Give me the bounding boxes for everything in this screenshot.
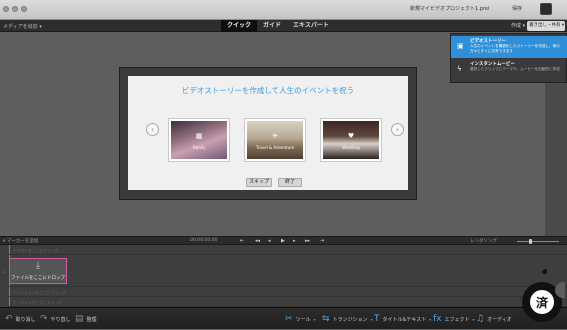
redo-button[interactable]: ↷ やり直し bbox=[40, 308, 71, 330]
seal-text: 済 bbox=[536, 295, 549, 310]
track-label: オーディオをここにドラッグ bbox=[13, 300, 63, 305]
add-marker-button[interactable]: ▾ マーカーを追加 bbox=[3, 238, 38, 244]
timecode-display: 00;00;00;00 bbox=[190, 238, 218, 243]
tools-label: ツール bbox=[295, 316, 311, 323]
video-track[interactable] bbox=[9, 255, 567, 287]
effects-label: エフェクト bbox=[444, 316, 470, 323]
zoom-slider[interactable] bbox=[517, 239, 559, 244]
titles-icon: T bbox=[374, 314, 380, 324]
video-story-dialog: ビデオストーリーを作成して人生のイベントを祝う ‹ › ▦ Family ✈ T… bbox=[128, 76, 408, 190]
text-track[interactable]: テキストをここにドラッグ bbox=[9, 245, 567, 255]
fx-icon: fx bbox=[433, 314, 442, 324]
track-number: 1 bbox=[3, 269, 6, 274]
share-icon[interactable] bbox=[540, 3, 552, 15]
music-note-icon: ♫ bbox=[476, 314, 485, 324]
create-dropdown-menu: ▣ ビデオストーリー 人生のイベントを構造化したストーリーを作成し、他の方々とす… bbox=[450, 33, 567, 83]
redo-label: やり直し bbox=[50, 316, 71, 323]
menu-item-instant-movie[interactable]: ϟ インスタントムービー 選択したクリップにテーマや、ムービーを自動的に作成 bbox=[451, 59, 567, 81]
skip-button[interactable]: スキップ bbox=[246, 178, 272, 187]
story-thumbnail-family[interactable]: ▦ Family bbox=[168, 118, 230, 162]
export-share-button[interactable]: 書き出し・共有 ▾ bbox=[527, 21, 565, 31]
undo-label: 取り消し bbox=[15, 316, 36, 323]
thumbnail-label: Family bbox=[192, 145, 206, 150]
dialog-heading: ビデオストーリーを作成して人生のイベントを祝う bbox=[181, 86, 355, 95]
film-icon: ▣ bbox=[457, 42, 464, 50]
mode-bar: メディアを追加 ▾ クイック ガイド エキスパート 作成 ▾ 書き出し・共有 ▾ bbox=[0, 20, 567, 32]
download-arrow-icon: ⤓ bbox=[36, 261, 40, 271]
track-label: テキストをここにドラッグ bbox=[13, 248, 59, 253]
mode-tabs: クイック ガイド エキスパート bbox=[221, 20, 335, 32]
undo-icon: ↶ bbox=[5, 314, 13, 324]
story-thumbnail-wedding[interactable]: ♥ Wedding bbox=[320, 118, 382, 162]
bottom-toolbar: ↶ 取り消し ↷ やり直し ▤ 整理 ✂ ツール ▾ ⇆ トランジション ▾ T… bbox=[0, 307, 567, 329]
minimize-window-button[interactable] bbox=[12, 6, 18, 12]
transitions-button[interactable]: ⇆ トランジション ▾ bbox=[322, 308, 373, 330]
chevron-down-icon: ▾ bbox=[472, 316, 475, 322]
save-button[interactable]: 保存 bbox=[512, 5, 522, 12]
create-button[interactable]: 作成 ▾ bbox=[511, 22, 525, 29]
titles-text-button[interactable]: T タイトル&テキスト ▾ bbox=[374, 308, 431, 330]
tab-quick[interactable]: クイック bbox=[221, 20, 258, 32]
close-window-button[interactable] bbox=[3, 6, 9, 12]
narration-track[interactable]: ナレーションをここにドラッグ bbox=[9, 287, 567, 297]
story-thumbnail-travel[interactable]: ✈ Travel & Adventure bbox=[244, 118, 306, 162]
zoom-window-button[interactable] bbox=[21, 6, 27, 12]
audio-track[interactable]: オーディオをここにドラッグ bbox=[9, 297, 567, 307]
drop-zone-label: ファイルをここにドロップ bbox=[11, 276, 65, 281]
track-label: ナレーションをここにドラッグ bbox=[13, 290, 67, 295]
menu-item-description: 人生のイベントを構造化したストーリーを作成し、他の方々とすぐに共有できます bbox=[470, 44, 560, 53]
effects-button[interactable]: fx エフェクト ▾ bbox=[433, 308, 475, 330]
organizer-icon: ▤ bbox=[75, 314, 84, 324]
wedding-thumbnail-image: ♥ Wedding bbox=[323, 121, 379, 159]
tools-icon: ✂ bbox=[285, 314, 293, 324]
heart-icon: ♥ bbox=[347, 132, 355, 140]
thumbnail-label: Travel & Adventure bbox=[255, 145, 295, 150]
organizer-button[interactable]: ▤ 整理 bbox=[75, 308, 97, 330]
organizer-label: 整理 bbox=[86, 316, 97, 323]
transitions-label: トランジション bbox=[332, 316, 368, 323]
redo-icon: ↷ bbox=[40, 314, 48, 324]
lightning-icon: ϟ bbox=[457, 65, 462, 73]
audio-button[interactable]: ♫ オーディオ bbox=[476, 308, 512, 330]
travel-thumbnail-image: ✈ Travel & Adventure bbox=[247, 121, 303, 159]
family-badge-icon: ▦ bbox=[195, 132, 203, 140]
family-thumbnail-image: ▦ Family bbox=[171, 121, 227, 159]
thumbnail-label: Wedding bbox=[342, 145, 360, 150]
previous-arrow-icon[interactable]: ‹ bbox=[146, 123, 159, 136]
menu-item-video-story[interactable]: ▣ ビデオストーリー 人生のイベントを構造化したストーリーを作成し、他の方々とす… bbox=[451, 36, 567, 58]
airplane-icon: ✈ bbox=[272, 132, 278, 140]
render-button[interactable]: レンダリング bbox=[470, 238, 497, 244]
chevron-down-icon: ▾ bbox=[313, 316, 316, 322]
transport-bar: ▾ マーカーを追加 00;00;00;00 ⇤ ◂◂ ◂ ▶ ▸ ▸▸ ⇥ レン… bbox=[0, 236, 567, 245]
tools-button[interactable]: ✂ ツール ▾ bbox=[285, 308, 316, 330]
done-button[interactable]: 終了 bbox=[278, 178, 302, 187]
add-media-button[interactable]: メディアを追加 ▾ bbox=[3, 23, 42, 30]
window-title: 新規マイビデオプロジェクト1.prel bbox=[410, 6, 490, 12]
title-bar: 新規マイビデオプロジェクト1.prel 保存 bbox=[0, 0, 567, 20]
chevron-down-icon: ▾ bbox=[429, 316, 432, 322]
transitions-icon: ⇆ bbox=[322, 314, 330, 324]
zoom-slider-handle[interactable] bbox=[528, 239, 532, 244]
chevron-down-icon: ▾ bbox=[370, 316, 373, 322]
titles-label: タイトル&テキスト bbox=[382, 316, 427, 323]
tab-guided[interactable]: ガイド bbox=[257, 20, 287, 32]
tab-expert[interactable]: エキスパート bbox=[287, 20, 335, 32]
apple-leaf bbox=[542, 269, 548, 275]
timeline-panel: テキストをここにドラッグ 1 ナレーションをここにドラッグ オーディオをここにド… bbox=[0, 245, 567, 307]
watermark-logo: 済 bbox=[522, 269, 565, 322]
menu-item-description: 選択したクリップにテーマや、ムービーを自動的に作成 bbox=[470, 67, 560, 71]
undo-button[interactable]: ↶ 取り消し bbox=[5, 308, 36, 330]
media-drop-zone[interactable]: ⤓ ファイルをここにドロップ bbox=[9, 258, 67, 284]
next-arrow-icon[interactable]: › bbox=[391, 123, 404, 136]
window-controls[interactable] bbox=[3, 6, 27, 12]
audio-label: オーディオ bbox=[487, 316, 512, 323]
